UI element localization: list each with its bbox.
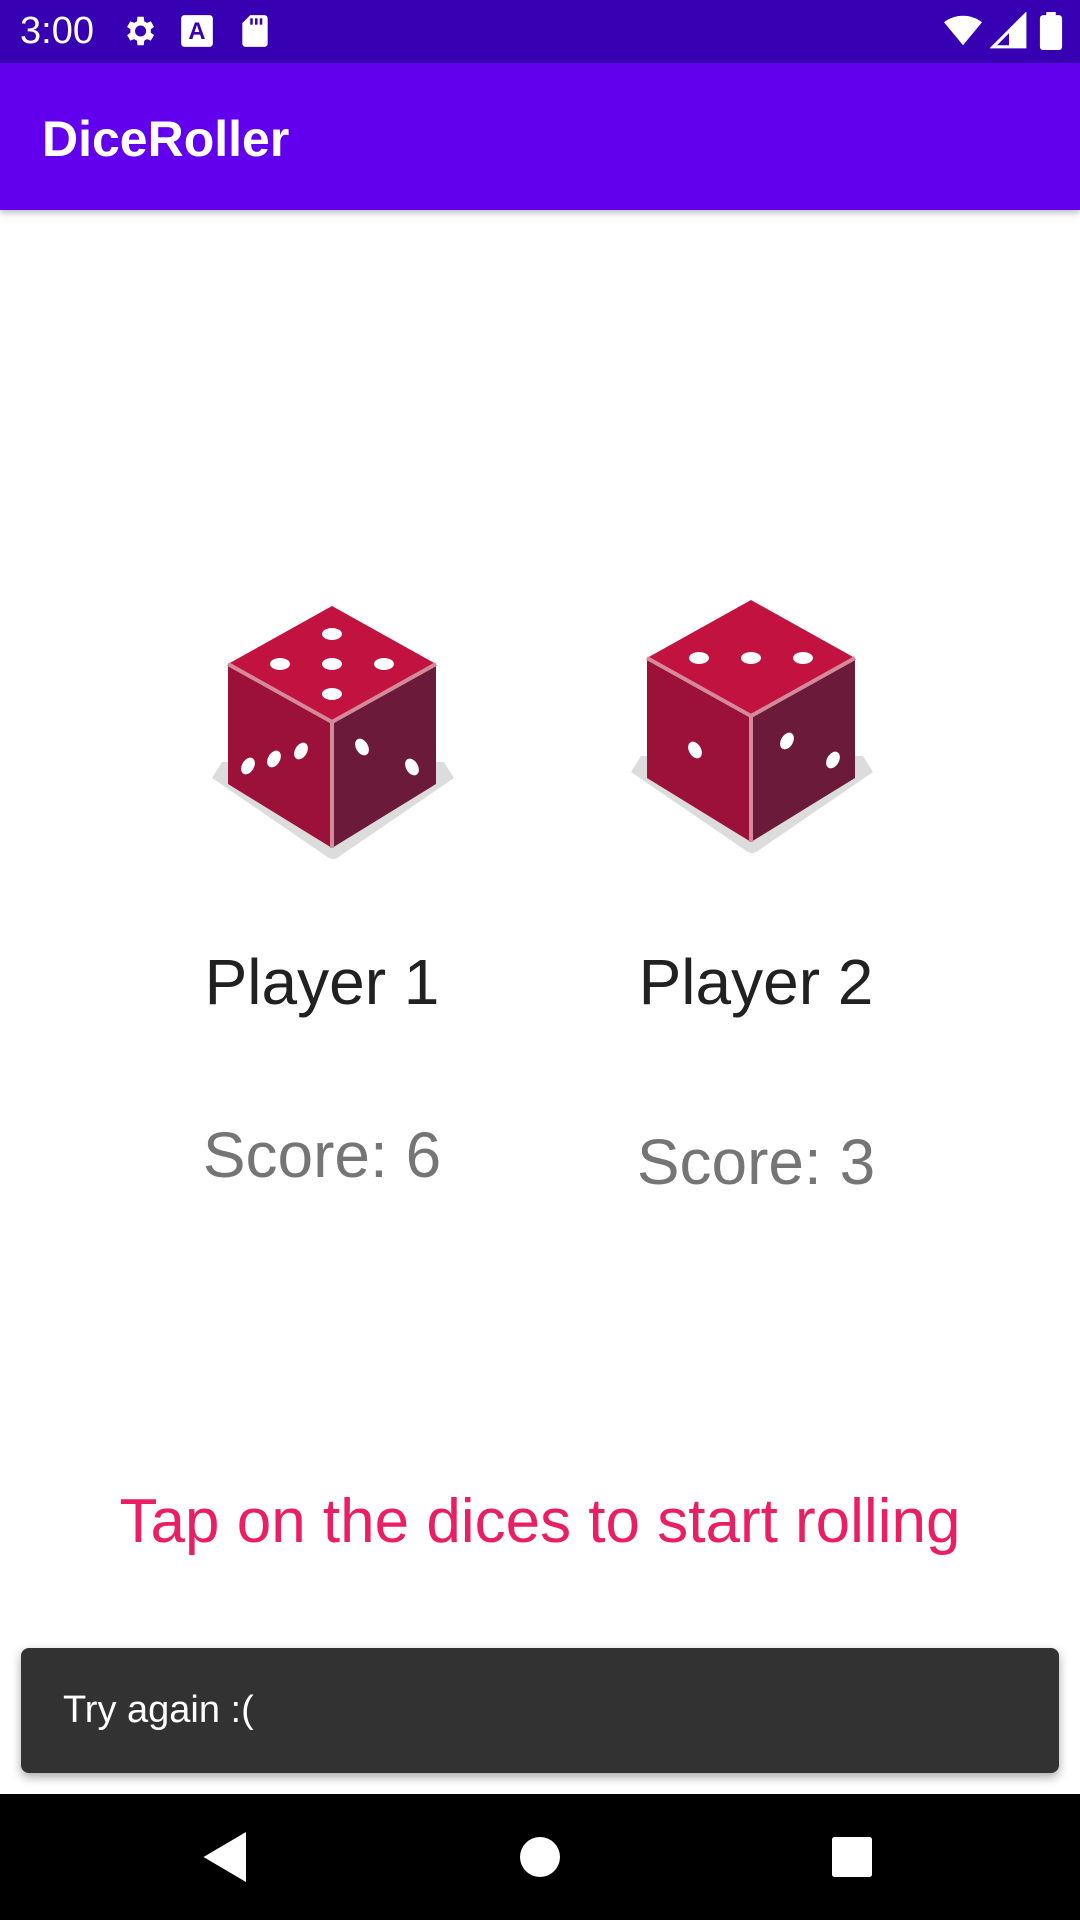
player-2-die-button[interactable] [627,590,877,870]
back-icon[interactable] [196,1827,256,1887]
rolling-hint: Tap on the dices to start rolling [119,1487,961,1556]
dice-roller-screen: 3:00 A DiceRoller Player 1 Player 2 Scor… [0,0,1080,1920]
player-1-label: Player 1 [204,946,440,1018]
battery-icon [1039,12,1063,50]
player-1-score: Score: 6 [202,1119,442,1191]
player-1-die-button[interactable] [208,596,458,876]
snackbar: Try again :( [21,1648,1059,1773]
app-bar: DiceRoller [0,63,1080,210]
player-2-label: Player 2 [638,946,874,1018]
status-bar: 3:00 A [0,0,1080,63]
recents-icon[interactable] [822,1827,882,1887]
wifi-icon [944,15,982,46]
settings-icon [127,16,155,46]
app-title: DiceRoller [42,111,290,167]
status-time: 3:00 [20,10,94,52]
home-icon[interactable] [510,1827,570,1887]
player-2-score: Score: 3 [636,1126,876,1198]
svg-text:A: A [188,18,205,45]
text-a-icon: A [181,15,213,47]
navigation-bar [0,1794,1080,1920]
sd-card-icon [242,15,268,47]
cell-signal-icon [990,12,1027,49]
snackbar-message: Try again :( [63,1689,254,1731]
